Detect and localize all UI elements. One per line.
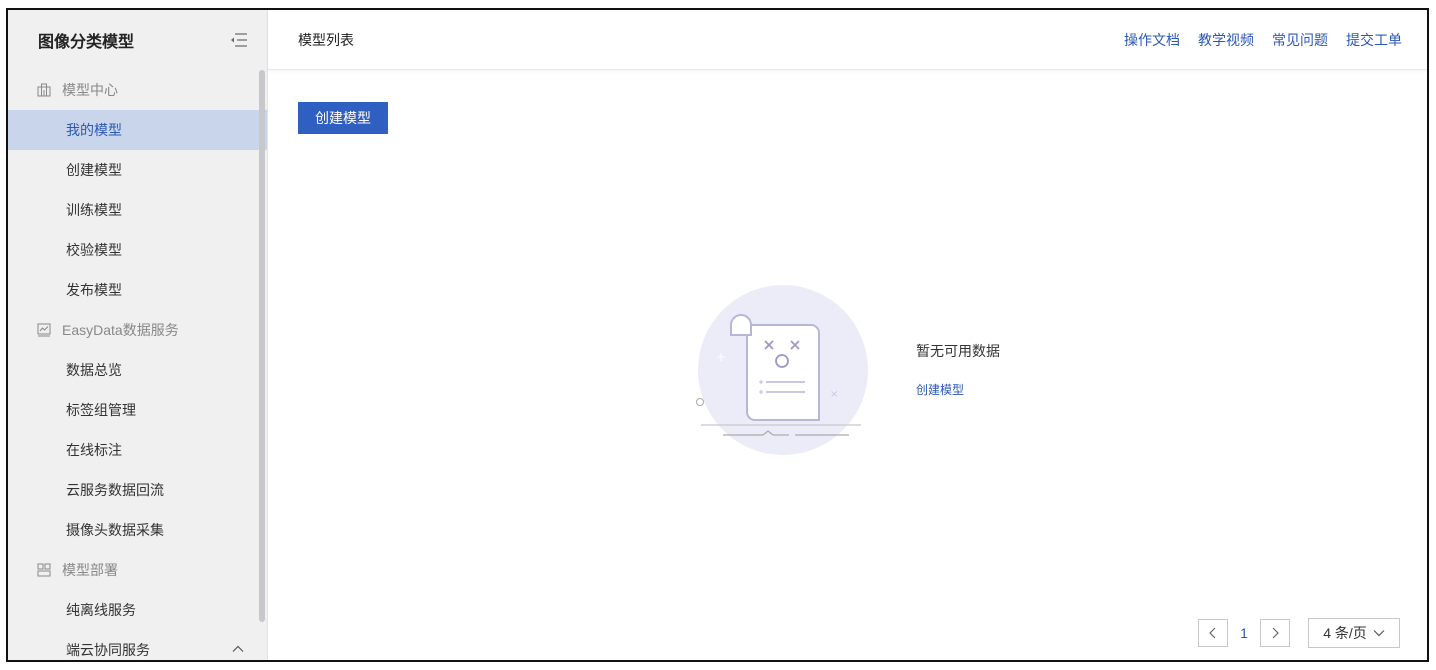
sidebar-item-label: 我的模型 bbox=[66, 122, 122, 138]
sidebar-group-label: 模型部署 bbox=[62, 562, 118, 578]
sidebar-header: 图像分类模型 bbox=[8, 10, 267, 70]
current-page-number[interactable]: 1 bbox=[1228, 625, 1260, 641]
sidebar-item-label: 在线标注 bbox=[66, 442, 122, 458]
page-size-select[interactable]: 4 条/页 bbox=[1308, 618, 1400, 648]
sidebar-item-cloud-data-reflow[interactable]: 云服务数据回流 bbox=[8, 470, 267, 510]
sidebar-item-data-overview[interactable]: 数据总览 bbox=[8, 350, 267, 390]
sidebar-item-label: 校验模型 bbox=[66, 242, 122, 258]
sidebar-item-offline-service[interactable]: 纯离线服务 bbox=[8, 590, 267, 630]
chevron-down-icon bbox=[1373, 630, 1385, 637]
top-header: 模型列表 操作文档 教学视频 常见问题 提交工单 bbox=[268, 10, 1427, 70]
header-links: 操作文档 教学视频 常见问题 提交工单 bbox=[1124, 30, 1402, 50]
app-window: 图像分类模型 模型中心 我的模型 创建模型 训练模型 校验模型 发布模型 Eas… bbox=[6, 8, 1429, 662]
sidebar-item-label: 数据总览 bbox=[66, 362, 122, 378]
sidebar-group-label: EasyData数据服务 bbox=[62, 322, 179, 338]
prev-page-button[interactable] bbox=[1198, 619, 1228, 647]
chart-icon bbox=[37, 323, 51, 337]
sidebar-item-label: 发布模型 bbox=[66, 282, 122, 298]
sidebar-item-validate-model[interactable]: 校验模型 bbox=[8, 230, 267, 270]
sidebar-item-label: 纯离线服务 bbox=[66, 602, 136, 618]
sidebar-item-label: 云服务数据回流 bbox=[66, 482, 164, 498]
sidebar-menu: 模型中心 我的模型 创建模型 训练模型 校验模型 发布模型 EasyData数据… bbox=[8, 70, 267, 660]
sidebar-item-create-model[interactable]: 创建模型 bbox=[8, 150, 267, 190]
sidebar-item-label-groups[interactable]: 标签组管理 bbox=[8, 390, 267, 430]
page-title: 模型列表 bbox=[298, 31, 354, 48]
page-size-value: 4 条/页 bbox=[1323, 625, 1367, 641]
create-model-button[interactable]: 创建模型 bbox=[298, 102, 388, 134]
sidebar-group-easydata[interactable]: EasyData数据服务 bbox=[8, 310, 267, 350]
chevron-up-icon[interactable] bbox=[231, 642, 245, 656]
video-tutorial-link[interactable]: 教学视频 bbox=[1198, 30, 1254, 50]
empty-create-model-link[interactable]: 创建模型 bbox=[916, 381, 964, 398]
collapse-menu-icon[interactable] bbox=[225, 30, 249, 50]
sidebar-item-edge-cloud-service[interactable]: 端云协同服务 bbox=[8, 630, 267, 660]
sidebar-item-camera-collection[interactable]: 摄像头数据采集 bbox=[8, 510, 267, 550]
svg-text:+: + bbox=[716, 350, 726, 364]
sidebar-item-online-annotation[interactable]: 在线标注 bbox=[8, 430, 267, 470]
sidebar-item-label: 摄像头数据采集 bbox=[66, 522, 164, 538]
sidebar-group-model-center[interactable]: 模型中心 bbox=[8, 70, 267, 110]
submit-ticket-link[interactable]: 提交工单 bbox=[1346, 30, 1402, 50]
sidebar-item-label: 创建模型 bbox=[66, 162, 122, 178]
sidebar-scrollbar[interactable] bbox=[259, 70, 265, 622]
sidebar-item-publish-model[interactable]: 发布模型 bbox=[8, 270, 267, 310]
sidebar-group-label: 模型中心 bbox=[62, 82, 118, 98]
sidebar: 图像分类模型 模型中心 我的模型 创建模型 训练模型 校验模型 发布模型 Eas… bbox=[8, 10, 268, 660]
next-page-button[interactable] bbox=[1260, 619, 1290, 647]
main-content: 创建模型 + × 暂无可用数据 创建模型 1 4 条/页 bbox=[268, 71, 1427, 660]
sidebar-item-my-models[interactable]: 我的模型 bbox=[8, 110, 267, 150]
sidebar-item-label: 训练模型 bbox=[66, 202, 122, 218]
sidebar-group-model-deploy[interactable]: 模型部署 bbox=[8, 550, 267, 590]
pagination: 1 4 条/页 bbox=[1198, 618, 1400, 648]
chevron-right-icon bbox=[1272, 627, 1279, 639]
svg-text:×: × bbox=[830, 389, 838, 400]
empty-data-illustration: + × bbox=[696, 285, 868, 455]
sidebar-item-label: 端云协同服务 bbox=[66, 642, 150, 658]
faq-link[interactable]: 常见问题 bbox=[1272, 30, 1328, 50]
deploy-icon bbox=[37, 563, 51, 577]
building-icon bbox=[37, 83, 51, 97]
app-title: 图像分类模型 bbox=[38, 34, 135, 51]
empty-state-text: 暂无可用数据 bbox=[916, 343, 1000, 359]
docs-link[interactable]: 操作文档 bbox=[1124, 30, 1180, 50]
chevron-left-icon bbox=[1209, 627, 1216, 639]
sidebar-item-train-model[interactable]: 训练模型 bbox=[8, 190, 267, 230]
sidebar-item-label: 标签组管理 bbox=[66, 402, 136, 418]
